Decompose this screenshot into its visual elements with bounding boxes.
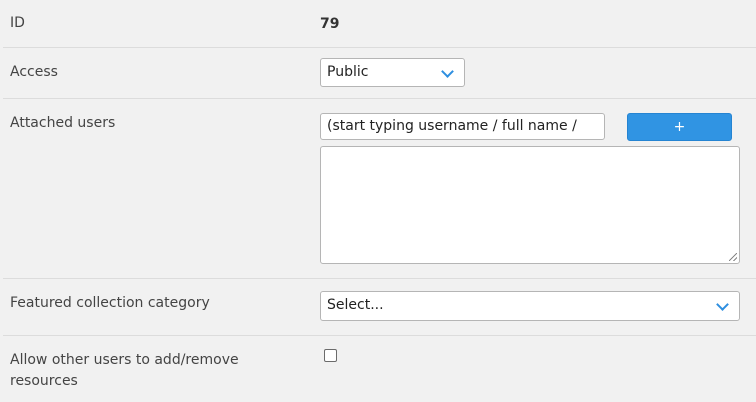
featured-category-selected-value: Select... xyxy=(327,297,384,313)
attached-users-label: Attached users xyxy=(10,115,116,131)
user-search-input[interactable]: (start typing username / full name / xyxy=(320,113,605,140)
id-value: 79 xyxy=(320,16,340,32)
row-divider xyxy=(3,335,756,336)
row-divider xyxy=(3,98,756,99)
collection-edit-form: ID 79 Access Public Attached users (star… xyxy=(0,0,756,402)
access-label: Access xyxy=(10,64,58,80)
allow-users-checkbox[interactable] xyxy=(324,349,337,362)
row-divider xyxy=(3,278,756,279)
add-user-button[interactable]: + xyxy=(627,113,732,141)
featured-category-select[interactable]: Select... xyxy=(320,291,740,321)
featured-category-label: Featured collection category xyxy=(10,295,210,311)
chevron-down-icon xyxy=(441,65,454,78)
resize-grip-icon[interactable] xyxy=(729,253,737,261)
access-selected-value: Public xyxy=(327,64,369,80)
access-select[interactable]: Public xyxy=(320,58,465,87)
id-label: ID xyxy=(10,15,25,31)
row-divider xyxy=(3,47,756,48)
chevron-down-icon xyxy=(716,298,729,311)
attached-users-textarea[interactable] xyxy=(320,146,740,264)
allow-users-label: Allow other users to add/remove resource… xyxy=(10,352,239,389)
